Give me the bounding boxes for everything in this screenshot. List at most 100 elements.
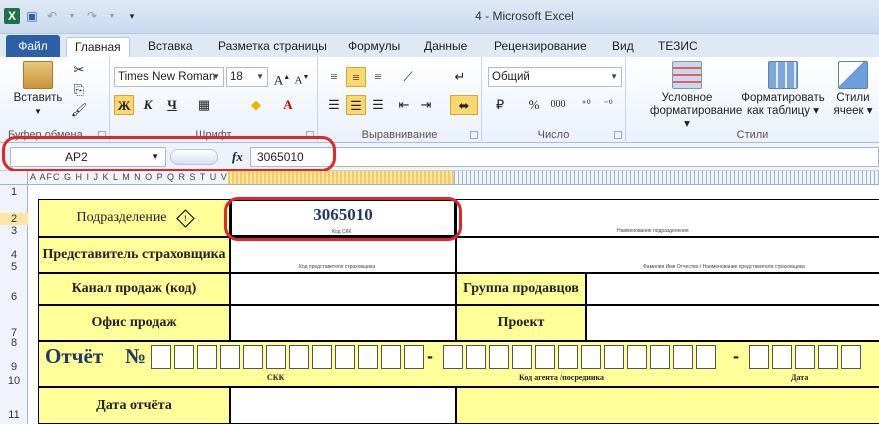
report-digit-box[interactable] (841, 345, 861, 369)
number-format-select[interactable]: Общий ▼ (488, 67, 622, 87)
shrink-font-button[interactable]: A▼ (292, 67, 312, 87)
number-launcher-icon[interactable] (614, 131, 622, 139)
division-label-cell[interactable]: Подразделение ! (38, 199, 230, 237)
align-left-icon[interactable]: ☰ (324, 95, 344, 115)
row-4[interactable]: 4 (0, 249, 28, 261)
sales-channel-label-cell[interactable]: Канал продаж (код) (38, 273, 230, 305)
font-color-icon[interactable]: A (278, 95, 298, 115)
report-date-label-cell[interactable]: Дата отчёта (38, 387, 230, 424)
formula-input[interactable]: 3065010 (250, 147, 879, 167)
report-digit-box[interactable] (174, 345, 194, 369)
alignment-launcher-icon[interactable] (470, 131, 478, 139)
report-digit-box[interactable] (220, 345, 240, 369)
cut-icon[interactable]: ✂ (70, 61, 88, 79)
sales-group-value-cell[interactable] (586, 273, 879, 305)
align-center-icon[interactable]: ☰ (346, 95, 366, 115)
row-11[interactable]: 11 (0, 409, 28, 421)
row-6[interactable]: 6 (0, 291, 28, 303)
report-digit-box[interactable] (289, 345, 309, 369)
report-digit-box[interactable] (266, 345, 286, 369)
borders-icon[interactable]: ▦ (194, 95, 214, 115)
report-digit-box[interactable] (581, 345, 601, 369)
row-10[interactable]: 10 (0, 375, 28, 387)
thousands-button[interactable]: 000 (548, 95, 568, 115)
align-middle-icon[interactable]: ≡ (346, 67, 366, 87)
align-right-icon[interactable]: ☰ (368, 95, 388, 115)
increase-indent-icon[interactable]: ⇥ (416, 95, 436, 115)
merge-center-icon[interactable]: ⬌ (450, 95, 478, 115)
grow-font-button[interactable]: A▲ (272, 67, 292, 87)
report-digit-box[interactable] (558, 345, 578, 369)
warning-icon[interactable]: ! (175, 208, 195, 228)
report-digit-box[interactable] (673, 345, 693, 369)
report-digit-box[interactable] (381, 345, 401, 369)
name-box[interactable]: AP2 ▼ (10, 147, 166, 167)
row-1[interactable]: 1 (0, 186, 28, 198)
tab-data[interactable]: Данные (416, 37, 475, 57)
report-digit-box[interactable] (627, 345, 647, 369)
report-date-right-cell[interactable] (456, 387, 879, 424)
row-3[interactable]: 3 (0, 225, 28, 237)
column-letters[interactable]: A AFC G H I J K L M N O P Q R S T U V (30, 172, 228, 182)
report-digit-box[interactable] (818, 345, 838, 369)
division-value-cell[interactable]: 3065010 Код СКК (230, 199, 456, 237)
sales-channel-value-cell[interactable] (230, 273, 456, 305)
report-digit-box[interactable] (335, 345, 355, 369)
copy-icon[interactable]: ⎘ (70, 81, 88, 99)
row-8[interactable]: 8 (0, 337, 28, 349)
insurer-rep-label-cell[interactable]: Представитель страховщика (38, 237, 230, 273)
currency-icon[interactable]: ₽ (490, 95, 510, 115)
fill-color-icon[interactable]: ◆ (246, 95, 266, 115)
report-digit-box[interactable] (443, 345, 463, 369)
row-9[interactable]: 9 (0, 361, 28, 373)
report-digit-box[interactable] (404, 345, 424, 369)
tab-formulas[interactable]: Формулы (340, 37, 408, 57)
tab-file[interactable]: Файл (6, 35, 60, 57)
orientation-icon[interactable]: ⟋ (398, 67, 418, 87)
font-launcher-icon[interactable] (306, 131, 314, 139)
select-all-corner[interactable] (0, 171, 28, 184)
insert-function-icon[interactable]: fx (232, 149, 243, 165)
cell-styles-button[interactable]: Стили ячеек ▾ (830, 61, 876, 118)
italic-button[interactable]: К (138, 95, 158, 115)
row-2[interactable]: 2 (0, 213, 28, 225)
align-top-icon[interactable]: ≡ (324, 67, 344, 87)
report-digit-box[interactable] (650, 345, 670, 369)
report-digit-box[interactable] (489, 345, 509, 369)
sales-office-label-cell[interactable]: Офис продаж (38, 305, 230, 341)
sales-office-value-cell[interactable] (230, 305, 456, 341)
decrease-decimal-icon[interactable]: ⁻⁰ (598, 95, 618, 115)
font-size-select[interactable]: 18 ▼ (226, 67, 268, 87)
report-digit-box[interactable] (795, 345, 815, 369)
tab-review[interactable]: Рецензирование (486, 37, 595, 57)
report-digit-box[interactable] (312, 345, 332, 369)
project-label-cell[interactable]: Проект (456, 305, 586, 341)
report-date-value-cell[interactable] (230, 387, 456, 424)
sales-group-label-cell[interactable]: Группа продавцов (456, 273, 586, 305)
report-digit-box[interactable] (151, 345, 171, 369)
conditional-formatting-button[interactable]: Условное форматирование ▾ (650, 61, 742, 131)
report-digit-box[interactable] (535, 345, 555, 369)
tab-view[interactable]: Вид (604, 37, 642, 57)
tab-tezis[interactable]: ТЕЗИС (650, 37, 706, 57)
align-bottom-icon[interactable]: ≡ (368, 67, 388, 87)
narrow-columns[interactable] (454, 171, 879, 184)
font-name-select[interactable]: Times New Roman ▼ (114, 67, 224, 87)
report-digit-box[interactable] (696, 345, 716, 369)
report-digit-box[interactable] (772, 345, 792, 369)
format-painter-icon[interactable]: 🖌 (70, 101, 88, 119)
report-digit-box[interactable] (604, 345, 624, 369)
report-digit-box[interactable] (197, 345, 217, 369)
tab-insert[interactable]: Вставка (140, 37, 201, 57)
division-name-cell[interactable]: Наименование подразделения (456, 199, 879, 237)
row-5[interactable]: 5 (0, 261, 28, 273)
report-digit-box[interactable] (358, 345, 378, 369)
insurer-rep-code-cell[interactable]: Код представителя страховщика (230, 237, 456, 273)
report-digit-box[interactable] (512, 345, 532, 369)
wrap-text-icon[interactable]: ↵ (450, 67, 470, 87)
format-as-table-button[interactable]: Форматировать как таблицу ▾ (738, 61, 828, 118)
bold-button[interactable]: Ж (114, 95, 134, 115)
increase-decimal-icon[interactable]: ⁺⁰ (576, 95, 596, 115)
underline-button[interactable]: Ч (162, 95, 182, 115)
project-value-cell[interactable] (586, 305, 879, 341)
